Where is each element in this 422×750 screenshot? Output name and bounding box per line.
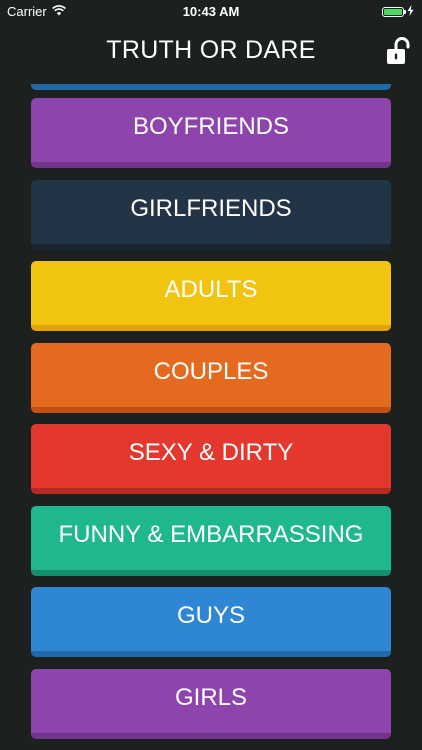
unlocked-padlock-icon <box>386 37 410 69</box>
category-funny-embarrassing[interactable]: FUNNY & EMBARRASSING <box>31 505 391 576</box>
category-label: ADULTS <box>164 276 258 303</box>
category-label: BOYFRIENDS <box>132 113 290 140</box>
category-adults[interactable]: ADULTS <box>31 261 391 331</box>
battery-fill <box>384 8 402 15</box>
unlock-button[interactable] <box>386 37 410 65</box>
status-time: 10:43 AM <box>182 4 240 19</box>
previous-category-edge[interactable] <box>31 84 391 90</box>
nav-bar: TRUTH OR DARE <box>0 22 422 84</box>
category-label: GUYS <box>176 602 245 629</box>
status-right <box>382 4 414 19</box>
category-guys[interactable]: GUYS <box>31 587 391 657</box>
category-list[interactable]: BOYFRIENDS GIRLFRIENDS ADULTS COUPLES SE… <box>0 84 422 750</box>
category-label: SEXY & DIRTY <box>128 439 294 466</box>
charging-bolt-icon <box>407 4 414 19</box>
page-title: TRUTH OR DARE <box>106 36 316 64</box>
category-boyfriends[interactable]: BOYFRIENDS <box>31 98 391 168</box>
category-label: FUNNY & EMBARRASSING <box>58 520 364 548</box>
status-bar: Carrier 10:43 AM <box>0 0 422 22</box>
category-label: GIRLS <box>174 683 248 711</box>
category-label: COUPLES <box>153 357 269 385</box>
battery-icon <box>382 6 406 17</box>
category-girls[interactable]: GIRLS <box>31 668 391 739</box>
category-girlfriends[interactable]: GIRLFRIENDS <box>31 179 391 250</box>
category-label: GIRLFRIENDS <box>130 194 292 222</box>
category-couples[interactable]: COUPLES <box>31 342 391 413</box>
category-sexy-dirty[interactable]: SEXY & DIRTY <box>31 424 391 494</box>
